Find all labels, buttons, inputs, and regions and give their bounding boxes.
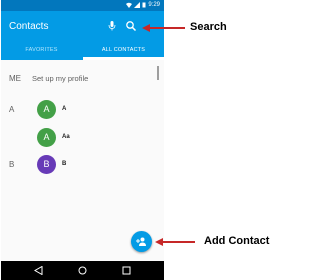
list-item[interactable]: B B B <box>1 154 164 176</box>
add-contact-icon <box>136 237 146 246</box>
app-bar: Contacts <box>1 11 164 41</box>
mic-icon[interactable] <box>108 21 116 31</box>
status-icons: 9:29 <box>126 2 160 8</box>
add-contact-button[interactable] <box>131 231 152 252</box>
scrollbar-thumb[interactable] <box>157 66 159 80</box>
avatar: B <box>37 155 56 174</box>
signal-icon <box>134 2 141 8</box>
contact-name: B <box>62 161 67 167</box>
section-letter: B <box>9 160 15 169</box>
avatar: A <box>37 100 56 119</box>
recent-apps-icon[interactable] <box>122 266 131 275</box>
contact-name: A <box>62 106 67 112</box>
status-time: 9:29 <box>148 2 160 8</box>
profile-label: Set up my profile <box>32 74 89 83</box>
tab-favorites[interactable]: FAVORITES <box>1 41 82 60</box>
navigation-bar <box>1 261 164 280</box>
contact-list: ME Set up my profile A A A A Aa B B B <box>1 60 164 260</box>
search-annotation: Search <box>190 21 227 33</box>
phone-screen: 9:29 Contacts FAVORITES ALL CONTACTS ME … <box>1 0 164 280</box>
contact-name: Aa <box>62 134 70 140</box>
battery-icon <box>142 2 146 8</box>
status-bar: 9:29 <box>1 0 164 11</box>
back-icon[interactable] <box>34 266 43 275</box>
list-item[interactable]: A Aa <box>1 127 164 149</box>
profile-row[interactable]: ME Set up my profile <box>1 68 164 90</box>
list-item[interactable]: A A A <box>1 99 164 121</box>
search-arrow-line <box>149 27 185 29</box>
add-contact-annotation: Add Contact <box>204 235 270 247</box>
add-contact-arrow-line <box>162 241 195 243</box>
search-icon[interactable] <box>125 20 137 32</box>
section-letter: A <box>9 105 15 114</box>
wifi-icon <box>126 2 133 8</box>
home-icon[interactable] <box>78 266 87 275</box>
page-title: Contacts <box>9 21 49 32</box>
profile-letter: ME <box>9 74 21 83</box>
avatar: A <box>37 128 56 147</box>
